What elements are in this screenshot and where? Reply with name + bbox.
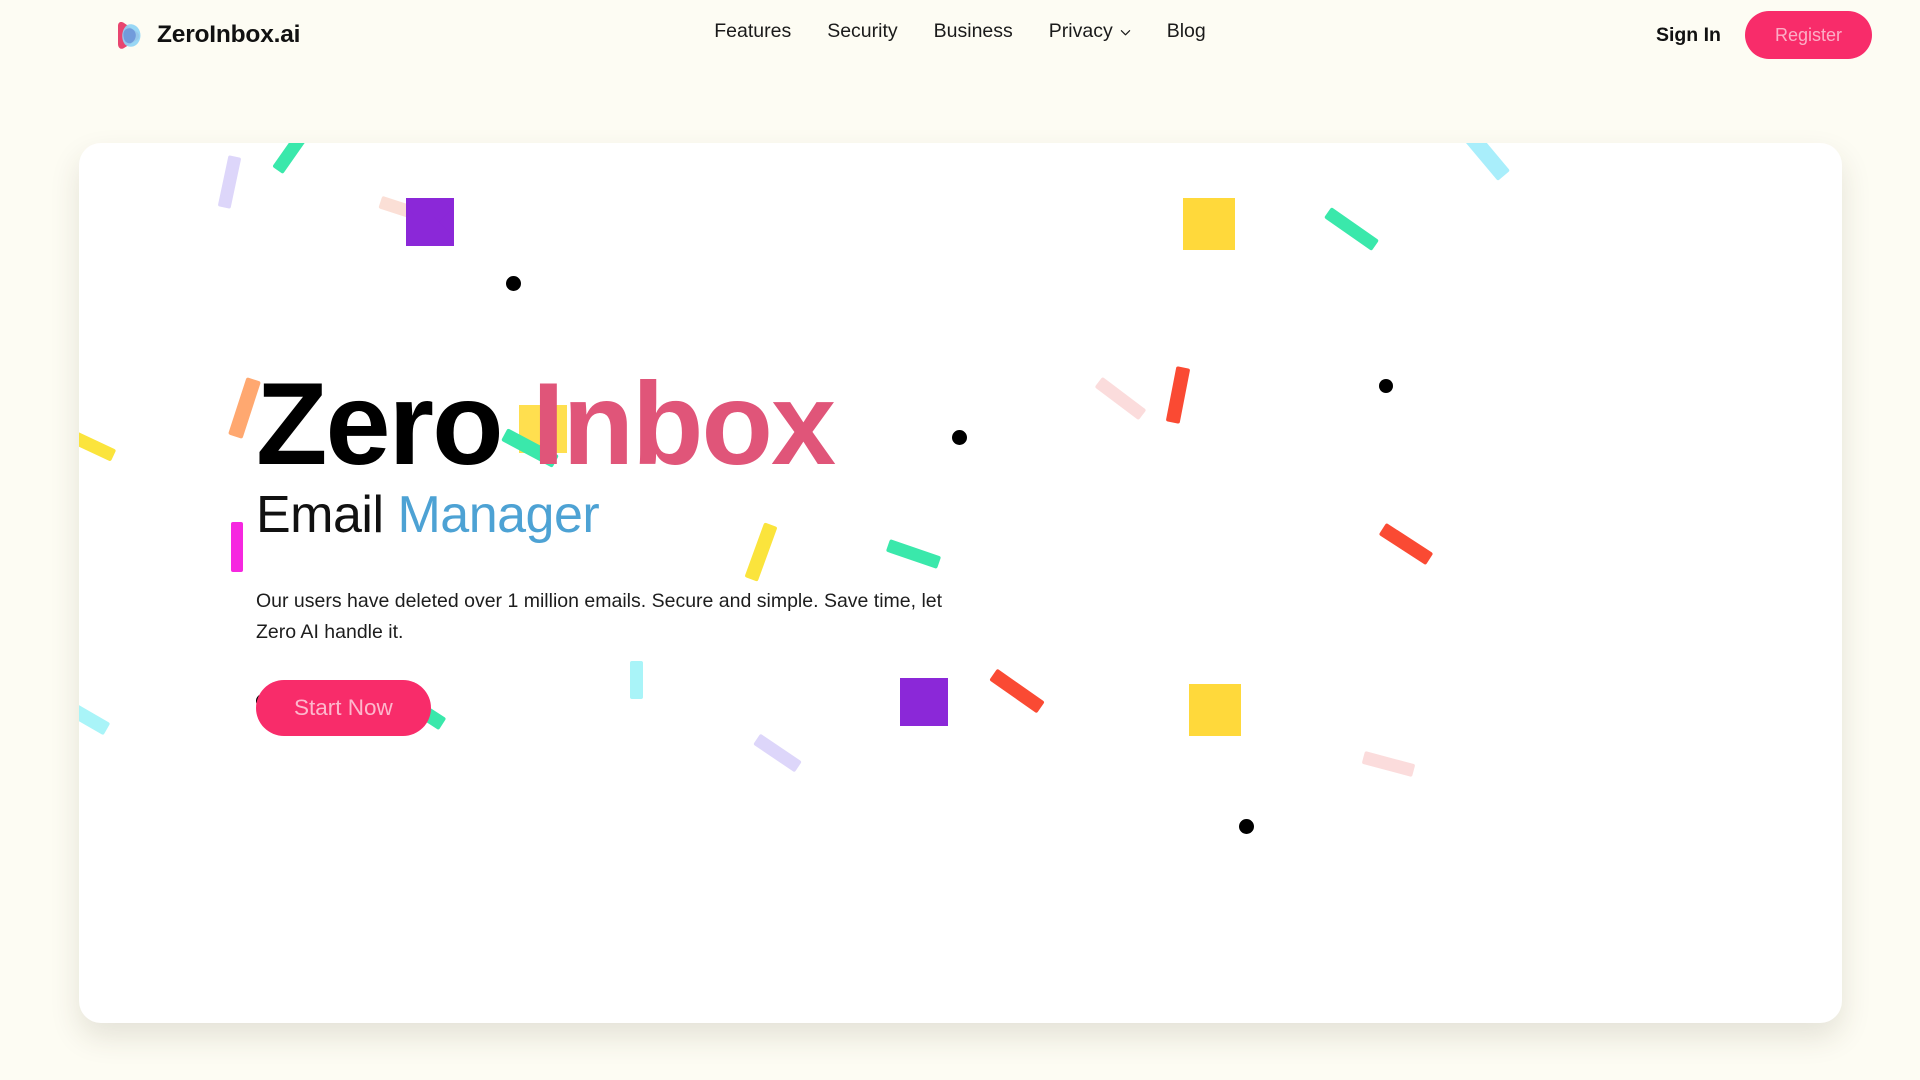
cross-purple-upper-shape	[406, 198, 454, 246]
brand-name: ZeroInbox.ai	[157, 20, 301, 48]
hero-card: Zero Inbox Email Manager Our users have …	[79, 143, 1842, 1023]
chevron-down-icon	[1120, 27, 1131, 38]
bar-yellow-left-mid-shape	[79, 427, 117, 462]
hero-subtitle-manager: Manager	[397, 486, 600, 544]
nav-item-security[interactable]: Security	[827, 20, 898, 42]
hero-title-zero: Zero	[256, 358, 504, 489]
bar-skyblue-corner-shape	[1457, 143, 1511, 181]
bar-red-right-shape	[1165, 366, 1191, 424]
hero-title-inbox: Inbox	[532, 358, 836, 489]
nav-item-business[interactable]: Business	[933, 20, 1013, 42]
bar-red-far-right-shape	[1378, 522, 1434, 566]
dot-black-bottom-edge-shape	[1239, 819, 1254, 834]
zeroinbox-leaf-logo-icon	[113, 18, 147, 52]
hero-content: Zero Inbox Email Manager Our users have …	[256, 365, 1016, 736]
brand-logo-link[interactable]: ZeroInbox.ai	[113, 18, 300, 52]
site-header: ZeroInbox.ai Features Security Business …	[0, 0, 1920, 80]
nav-label-features: Features	[714, 20, 792, 42]
bar-green-topright-shape	[1324, 207, 1379, 251]
nav-label-blog: Blog	[1166, 20, 1206, 42]
auth-actions: Sign In Register	[1656, 11, 1872, 59]
dot-black-right-shape	[1379, 379, 1393, 393]
bar-green-topleft-shape	[272, 143, 313, 175]
bar-pink-pale-bottom-shape	[1361, 750, 1416, 778]
nav-item-privacy[interactable]: Privacy	[1048, 20, 1131, 42]
bar-lavender-bottom-shape	[753, 733, 802, 773]
bar-magenta-on-text-shape	[231, 522, 243, 572]
nav-item-blog[interactable]: Blog	[1166, 20, 1206, 42]
bar-pink-pale-upper-shape	[378, 195, 435, 226]
plus-yellow-topright-shape	[1183, 198, 1235, 250]
bar-pink-pale-right-shape	[1094, 376, 1147, 421]
hero-title: Zero Inbox	[256, 365, 1016, 482]
sign-in-link[interactable]: Sign In	[1656, 24, 1721, 47]
register-button[interactable]: Register	[1744, 11, 1872, 59]
hero-subtitle: Email Manager	[256, 488, 1016, 543]
dot-black-upper-left-shape	[506, 276, 521, 291]
nav-label-security: Security	[827, 20, 898, 42]
start-now-button[interactable]: Start Now	[256, 679, 431, 736]
hero-description: Our users have deleted over 1 million em…	[256, 589, 943, 644]
bar-lavender-left-shape	[217, 155, 242, 209]
plus-yellow-bottom-shape	[1189, 684, 1241, 736]
bar-cyan-bottomleft-shape	[79, 695, 111, 736]
nav-label-business: Business	[933, 20, 1013, 42]
nav-label-privacy: Privacy	[1048, 20, 1113, 42]
nav-item-features[interactable]: Features	[714, 20, 792, 42]
hero-subtitle-email: Email	[256, 486, 384, 544]
